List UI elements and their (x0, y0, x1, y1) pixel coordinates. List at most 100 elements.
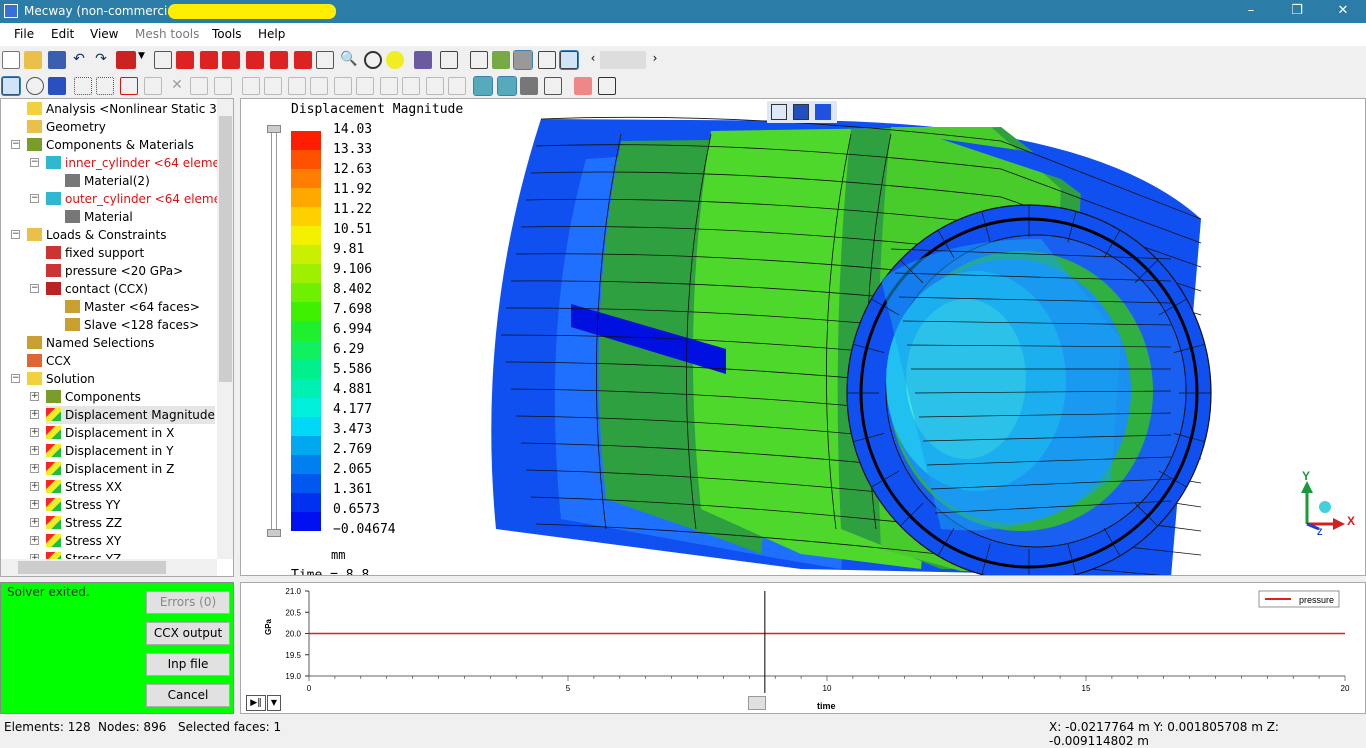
menu-tools[interactable]: Tools (212, 27, 242, 41)
menu-edit[interactable]: Edit (51, 27, 74, 41)
cube-icon[interactable] (144, 77, 162, 95)
delete-icon[interactable]: ✕ (168, 77, 186, 95)
mirror-icon[interactable] (380, 77, 398, 95)
tree-item[interactable]: + Displacement in Z (30, 460, 174, 478)
cylinder-model[interactable]: Y X Z (241, 99, 1366, 576)
redo-icon[interactable]: ↷ (92, 51, 110, 69)
lasso-icon[interactable] (26, 77, 44, 95)
expand-icon[interactable]: + (30, 518, 39, 527)
close-button[interactable]: ✕ (1320, 0, 1366, 23)
rotate-icon[interactable] (364, 51, 382, 69)
deformed-icon[interactable] (473, 76, 493, 96)
tree-item[interactable]: + Displacement Magnitude (30, 406, 215, 424)
undo-icon[interactable]: ↶ (70, 51, 88, 69)
errors-button[interactable]: Errors (0) (146, 591, 230, 614)
edges-icon[interactable] (559, 50, 579, 70)
save-icon[interactable] (48, 51, 66, 69)
time-slider-handle[interactable] (748, 696, 766, 710)
zoom-box-icon[interactable] (386, 51, 404, 69)
view-top-icon[interactable] (270, 51, 288, 69)
zoom-fit-icon[interactable] (316, 51, 334, 69)
wireframe-icon[interactable] (538, 51, 556, 69)
revolve-icon[interactable] (264, 77, 282, 95)
solid-cube-icon[interactable] (793, 104, 809, 120)
view-right-icon[interactable] (246, 51, 264, 69)
shaded-icon[interactable] (513, 50, 533, 70)
tree-item[interactable]: + Stress ZZ (30, 514, 122, 532)
outline-triangle-icon[interactable] (448, 77, 466, 95)
tree-item[interactable]: + Displacement in Y (30, 442, 173, 460)
surface-icon[interactable] (492, 51, 510, 69)
scale-icon[interactable] (574, 77, 592, 95)
section-icon[interactable] (440, 51, 458, 69)
tree-item[interactable]: Slave <128 faces> (65, 316, 199, 334)
expand-icon[interactable]: + (30, 446, 39, 455)
tree-horizontal-scrollbar[interactable] (1, 559, 217, 576)
chevron-down-icon[interactable]: ▼ (138, 51, 146, 69)
collapse-icon[interactable]: − (11, 230, 20, 239)
tree-item[interactable]: − Components & Materials (11, 136, 194, 154)
expand-icon[interactable]: + (30, 536, 39, 545)
shaded-cube-icon[interactable] (815, 104, 831, 120)
open-folder-icon[interactable] (24, 51, 42, 69)
new-file-icon[interactable] (2, 51, 20, 69)
toolbar-slider[interactable] (600, 51, 646, 69)
split-icon[interactable] (214, 77, 232, 95)
tree-item[interactable]: Material(2) (65, 172, 150, 190)
tree-item[interactable]: Analysis <Nonlinear Static 3D> (27, 100, 233, 118)
measure-icon[interactable] (470, 51, 488, 69)
view-left-icon[interactable] (222, 51, 240, 69)
tree-item[interactable]: Material (65, 208, 133, 226)
loft-icon[interactable] (334, 77, 352, 95)
merge-icon[interactable] (190, 77, 208, 95)
tree-item[interactable]: Master <64 faces> (65, 298, 200, 316)
triangle-icon[interactable] (426, 77, 444, 95)
menu-view[interactable]: View (90, 27, 118, 41)
maximize-button[interactable]: ❐ (1274, 0, 1320, 23)
element-icon[interactable] (120, 77, 138, 95)
collapse-icon[interactable]: − (11, 140, 20, 149)
menu-help[interactable]: Help (258, 27, 285, 41)
tree-item[interactable]: + Stress XY (30, 532, 121, 550)
expand-icon[interactable]: + (30, 392, 39, 401)
cancel-button[interactable]: Cancel (146, 684, 230, 707)
transform-icon[interactable] (414, 51, 432, 69)
collapse-icon[interactable]: − (30, 158, 39, 167)
collapse-icon[interactable]: − (30, 194, 39, 203)
tree-item[interactable]: − contact (CCX) (30, 280, 148, 298)
expand-icon[interactable]: + (30, 500, 39, 509)
refine-icon[interactable] (356, 77, 374, 95)
tree-item[interactable]: + Displacement in X (30, 424, 174, 442)
tet-mesh-icon[interactable] (402, 77, 420, 95)
zoom-icon[interactable]: 🔍 (340, 51, 358, 69)
select-faces-icon[interactable] (48, 77, 66, 95)
tree-item[interactable]: pressure <20 GPa> (46, 262, 183, 280)
chevron-down-icon[interactable]: ▼ (267, 695, 281, 711)
node-icon[interactable] (96, 77, 114, 95)
pressure-chart[interactable]: 21.0 20.5 20.0 19.5 19.0 0 5 10 15 20 GPa time pr… (241, 583, 1365, 713)
view-front-icon[interactable] (176, 51, 194, 69)
view-iso-icon[interactable] (154, 51, 172, 69)
nodes-icon[interactable] (74, 77, 92, 95)
collapse-icon[interactable]: − (30, 284, 39, 293)
expand-icon[interactable]: + (30, 464, 39, 473)
play-pause-button[interactable]: ▶‖ (246, 695, 266, 711)
legend-slider-track[interactable] (271, 129, 277, 533)
bend-icon[interactable] (310, 77, 328, 95)
ccx-solve-icon[interactable] (116, 51, 136, 69)
scroll-right-icon[interactable]: › (646, 51, 664, 69)
tree-item[interactable]: + Components (30, 388, 141, 406)
extrude-icon[interactable] (242, 77, 260, 95)
view-back-icon[interactable] (200, 51, 218, 69)
symmetry-icon[interactable] (544, 77, 562, 95)
legend-slider-bottom-handle[interactable] (267, 529, 281, 537)
model-viewport[interactable]: Y X Z Displacement Magnitude 14.03 13.33 1… (240, 98, 1366, 576)
expand-icon[interactable]: + (30, 428, 39, 437)
collapse-icon[interactable]: − (11, 374, 20, 383)
tree-item[interactable]: + Stress YY (30, 496, 120, 514)
tree-item[interactable]: CCX (27, 352, 71, 370)
undeformed-icon[interactable] (497, 76, 517, 96)
menu-mesh-tools[interactable]: Mesh tools (135, 27, 199, 41)
ccx-output-button[interactable]: CCX output (146, 622, 230, 645)
select-icon[interactable] (1, 76, 21, 96)
